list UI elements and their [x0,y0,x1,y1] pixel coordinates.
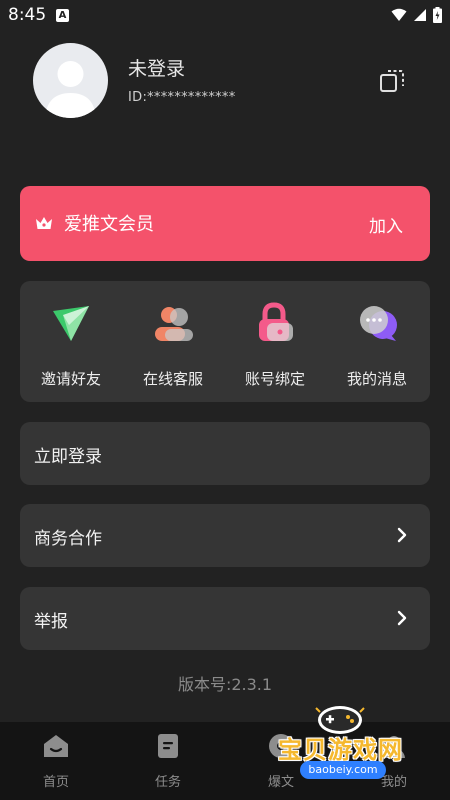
menu-label: 商务合作 [34,529,102,549]
signal-icon [414,9,426,21]
lock-icon [259,302,293,341]
quick-action-label: 我的消息 [346,370,407,388]
crown-icon [36,217,52,229]
nav-label: 任务 [154,775,181,790]
customer-service-icon [155,307,193,341]
version-label: 版本号:2.3.1 [177,675,273,694]
user-id: ID:************* [128,90,236,105]
profile-screen: 8:45 A 未登录 ID:************* 爱推文会员 加入 邀请好… [0,0,450,800]
quick-action-bind[interactable]: 账号绑定 [224,281,326,402]
chevron-right-icon [397,610,407,626]
nav-label: 首页 [42,775,69,790]
watermark-title: 宝贝游戏网 [278,736,403,764]
quick-action-label: 邀请好友 [40,370,101,388]
vip-join-button[interactable]: 加入 [369,212,403,237]
notification-badge: A [56,9,69,22]
vip-title: 爱推文会员 [64,214,154,235]
status-bar: 8:45 A [0,0,450,32]
watermark: 宝贝游戏网 baobeiy.com [270,700,420,795]
login-now-row[interactable]: 立即登录 [20,422,430,485]
status-time: 8:45 [8,5,47,25]
business-cooperation-row[interactable]: 商务合作 [20,504,430,567]
quick-action-messages[interactable]: 我的消息 [326,281,428,402]
quick-action-service[interactable]: 在线客服 [122,281,224,402]
message-bubble-icon [360,306,397,341]
chevron-right-icon [397,527,407,543]
menu-label: 立即登录 [34,447,102,467]
wifi-icon [391,8,407,21]
switch-account-button[interactable] [377,66,407,96]
invite-icon [53,306,89,341]
switch-account-icon [380,70,404,92]
nav-task[interactable]: 任务 [112,722,224,800]
username[interactable]: 未登录 [128,54,185,81]
status-icons [391,7,442,23]
home-icon [44,735,68,757]
vip-banner[interactable]: 爱推文会员 加入 [20,186,430,261]
report-row[interactable]: 举报 [20,587,430,650]
quick-action-invite[interactable]: 邀请好友 [20,281,122,402]
quick-action-label: 在线客服 [142,370,203,388]
quick-action-label: 账号绑定 [244,370,305,388]
default-avatar-icon [45,61,96,118]
avatar[interactable] [33,43,108,118]
nav-home[interactable]: 首页 [0,722,112,800]
menu-label: 举报 [34,612,68,632]
battery-icon [433,7,442,23]
task-icon [158,734,178,758]
watermark-url: baobeiy.com [300,761,386,779]
quick-actions-card: 邀请好友 在线客服 账号绑定 我的消息 [20,281,430,402]
